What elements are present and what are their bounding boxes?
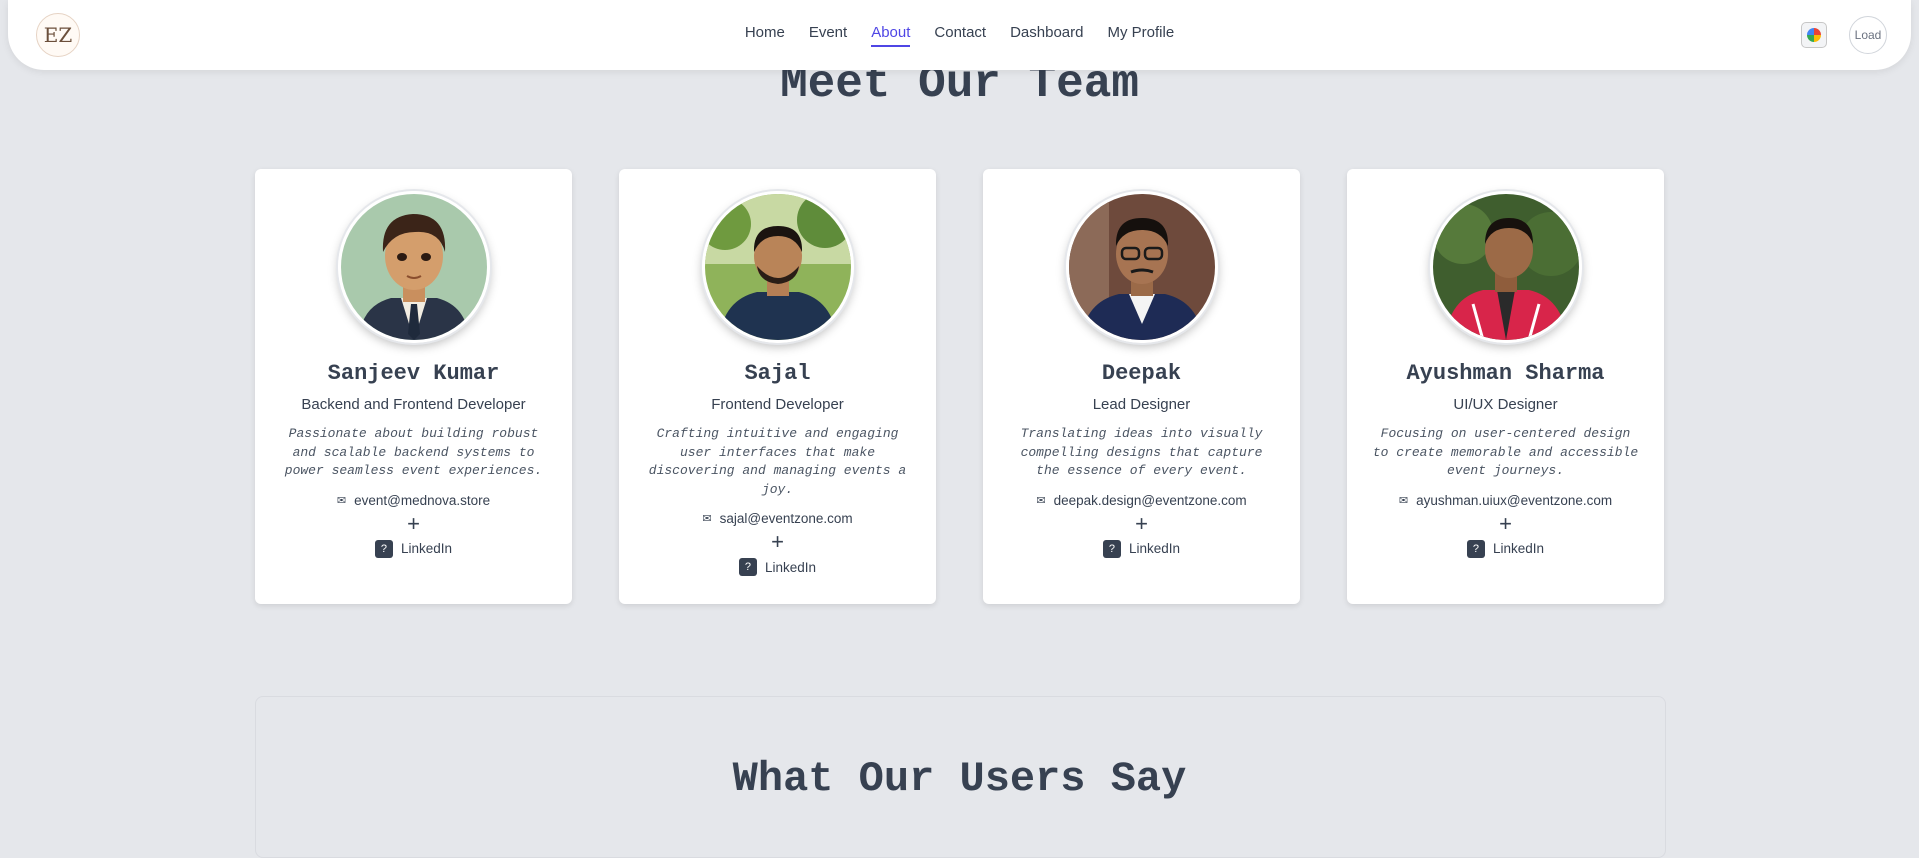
testimonials-section-title: What Our Users Say bbox=[732, 755, 1187, 803]
team-member-email[interactable]: ✉ event@mednova.store bbox=[255, 493, 572, 508]
team-member-card: Sajal Frontend Developer Crafting intuit… bbox=[619, 169, 936, 604]
linkedin-label: LinkedIn bbox=[1492, 541, 1545, 556]
plus-icon: + bbox=[407, 510, 420, 536]
nav-link-about[interactable]: About bbox=[871, 24, 911, 47]
nav-links: Home Event About Contact Dashboard My Pr… bbox=[8, 24, 1911, 47]
nav-link-contact[interactable]: Contact bbox=[934, 24, 986, 47]
team-member-card: Deepak Lead Designer Translating ideas i… bbox=[983, 169, 1300, 604]
navbar: EZ Home Event About Contact Dashboard My… bbox=[8, 0, 1911, 70]
team-member-card: Sanjeev Kumar Backend and Frontend Devel… bbox=[255, 169, 572, 604]
mail-icon: ✉ bbox=[1398, 494, 1409, 507]
linkedin-icon: ? bbox=[738, 558, 757, 576]
team-member-name: Sajal bbox=[744, 361, 811, 386]
plus-icon: + bbox=[1499, 510, 1512, 536]
team-member-email[interactable]: ✉ ayushman.uiux@eventzone.com bbox=[1347, 493, 1664, 508]
team-member-photo bbox=[701, 191, 854, 343]
team-member-email[interactable]: ✉ sajal@eventzone.com bbox=[619, 511, 936, 526]
email-text: sajal@eventzone.com bbox=[719, 511, 853, 526]
team-member-bio: Crafting intuitive and engaging user int… bbox=[648, 426, 907, 497]
team-member-email[interactable]: ✉ deepak.design@eventzone.com bbox=[983, 493, 1300, 508]
mail-icon: ✉ bbox=[702, 513, 712, 525]
nav-icons: Load bbox=[1801, 16, 1887, 54]
linkedin-link[interactable]: ? LinkedIn bbox=[1347, 539, 1664, 558]
team-member-card: Ayushman Sharma UI/UX Designer Focusing … bbox=[1347, 169, 1664, 604]
plus-icon: + bbox=[1135, 510, 1148, 536]
linkedin-icon: ? bbox=[1102, 539, 1121, 558]
linkedin-icon: ? bbox=[374, 539, 393, 558]
nav-link-event[interactable]: Event bbox=[809, 24, 847, 47]
team-member-name: Sanjeev Kumar bbox=[327, 361, 500, 386]
theme-color-button[interactable] bbox=[1801, 22, 1827, 48]
linkedin-link[interactable]: ? LinkedIn bbox=[619, 558, 936, 576]
team-member-photo bbox=[337, 191, 490, 343]
plus-icon: + bbox=[771, 529, 784, 554]
user-avatar[interactable]: Load bbox=[1849, 16, 1887, 54]
team-member-role: Lead Designer bbox=[1092, 396, 1191, 413]
email-text: ayushman.uiux@eventzone.com bbox=[1416, 492, 1613, 508]
team-member-bio: Translating ideas into visually compelli… bbox=[1020, 426, 1263, 478]
linkedin-label: LinkedIn bbox=[764, 559, 817, 575]
email-text: event@mednova.store bbox=[354, 492, 491, 508]
team-member-role: Backend and Frontend Developer bbox=[301, 396, 526, 413]
color-wheel-icon bbox=[1807, 28, 1821, 42]
email-text: deepak.design@eventzone.com bbox=[1053, 492, 1247, 508]
team-member-name: Deepak bbox=[1101, 361, 1182, 386]
team-member-photo bbox=[1065, 191, 1218, 343]
nav-link-dashboard[interactable]: Dashboard bbox=[1010, 24, 1083, 47]
team-member-bio: Passionate about building robust and sca… bbox=[284, 426, 543, 478]
linkedin-link[interactable]: ? LinkedIn bbox=[255, 539, 572, 558]
mail-icon: ✉ bbox=[336, 494, 347, 507]
linkedin-icon: ? bbox=[1466, 539, 1485, 558]
linkedin-link[interactable]: ? LinkedIn bbox=[983, 539, 1300, 558]
linkedin-label: LinkedIn bbox=[400, 541, 453, 556]
nav-link-home[interactable]: Home bbox=[745, 24, 785, 47]
team-member-name: Ayushman Sharma bbox=[1406, 361, 1605, 386]
team-member-role: Frontend Developer bbox=[711, 396, 844, 413]
team-member-photo bbox=[1429, 191, 1582, 343]
team-member-bio: Focusing on user-centered design to crea… bbox=[1372, 426, 1639, 478]
linkedin-label: LinkedIn bbox=[1128, 541, 1181, 556]
team-member-role: UI/UX Designer bbox=[1453, 396, 1558, 413]
mail-icon: ✉ bbox=[1036, 494, 1046, 507]
nav-link-my-profile[interactable]: My Profile bbox=[1107, 24, 1174, 47]
